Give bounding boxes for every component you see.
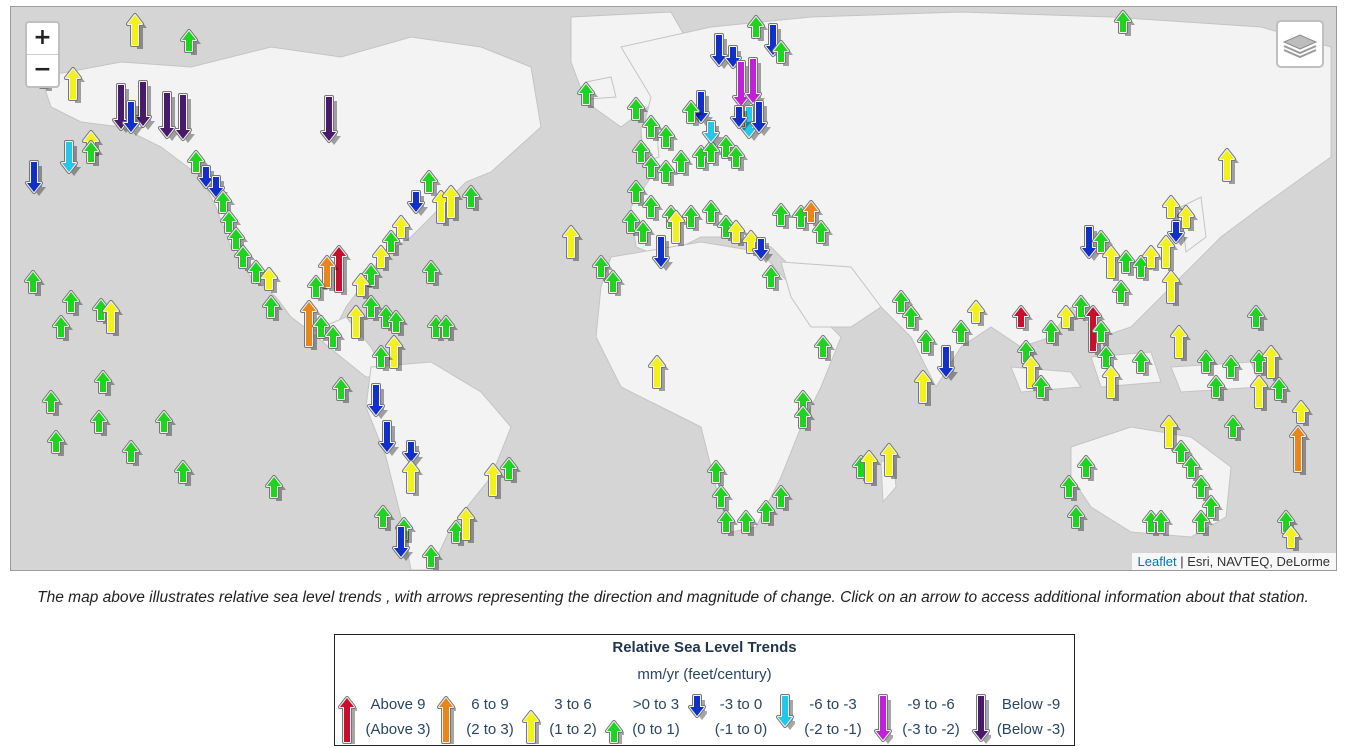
green-station-arrow[interactable] xyxy=(174,460,195,486)
legend-label: 6 to 9 xyxy=(471,696,509,713)
legend-label: Above 9 xyxy=(370,696,426,713)
legend-label: -3 to 0 xyxy=(719,696,763,713)
legend-subtitle: mm/yr (feet/century) xyxy=(637,666,772,683)
orange-station-arrow[interactable] xyxy=(1289,425,1310,475)
green-station-arrow[interactable] xyxy=(155,410,176,436)
north-america-landmass xyxy=(40,36,542,338)
green-station-arrow[interactable] xyxy=(122,440,143,466)
green-station-arrow[interactable] xyxy=(265,475,286,501)
orange-legend-arrow[interactable] xyxy=(437,696,456,744)
yellow-station-arrow[interactable] xyxy=(457,507,478,543)
attribution-text: | Esri, NAVTEQ, DeLorme xyxy=(1180,554,1330,569)
magenta-legend-arrow[interactable] xyxy=(874,694,893,744)
legend-label: >0 to 3 xyxy=(632,696,680,713)
green-station-arrow[interactable] xyxy=(374,505,395,531)
yellow-station-arrow[interactable] xyxy=(860,450,881,486)
green-legend-arrow[interactable] xyxy=(605,720,624,744)
green-station-arrow[interactable] xyxy=(387,310,408,336)
legend-title: Relative Sea Level Trends xyxy=(612,639,797,656)
red-legend-arrow[interactable] xyxy=(338,696,357,744)
green-station-arrow[interactable] xyxy=(757,500,778,526)
yellow-legend-arrow[interactable] xyxy=(522,710,541,744)
blue-down-arrow-icon xyxy=(688,694,707,720)
legend-label: 3 to 6 xyxy=(554,696,592,713)
map-attribution: Leaflet | Esri, NAVTEQ, DeLorme xyxy=(1131,553,1336,570)
yellow-station-arrow[interactable] xyxy=(347,305,368,341)
zoom-in-button[interactable]: + xyxy=(27,23,58,54)
green-station-arrow[interactable] xyxy=(437,315,458,341)
legend-label: -9 to -6 xyxy=(907,696,955,713)
legend-sublabel: (-2 to -1) xyxy=(804,721,862,738)
purple-down-arrow-icon xyxy=(972,694,991,744)
yellow-station-arrow[interactable] xyxy=(1282,525,1303,551)
yellow-station-arrow[interactable] xyxy=(102,300,123,336)
layers-button[interactable] xyxy=(1276,20,1324,68)
yellow-station-arrow[interactable] xyxy=(442,185,463,221)
green-station-arrow[interactable] xyxy=(62,290,83,316)
green-station-arrow[interactable] xyxy=(82,140,103,166)
legend-label: -6 to -3 xyxy=(809,696,857,713)
legend-sublabel: (2 to 3) xyxy=(466,721,514,738)
green-station-arrow[interactable] xyxy=(500,457,521,483)
green-station-arrow[interactable] xyxy=(794,405,815,431)
green-station-arrow[interactable] xyxy=(462,185,483,211)
yellow-station-arrow[interactable] xyxy=(880,443,901,479)
blue-legend-arrow[interactable] xyxy=(688,694,707,720)
red-up-arrow-icon xyxy=(338,696,357,744)
legend-sublabel: (-1 to 0) xyxy=(714,721,768,738)
layers-icon xyxy=(1282,34,1318,59)
green-station-arrow[interactable] xyxy=(1224,415,1245,441)
map-caption: The map above illustrates relative sea l… xyxy=(37,589,1309,606)
green-station-arrow[interactable] xyxy=(24,270,45,296)
legend-sublabel: (0 to 1) xyxy=(632,721,680,738)
green-station-arrow[interactable] xyxy=(1270,377,1291,403)
green-station-arrow[interactable] xyxy=(90,410,111,436)
yellow-station-arrow[interactable] xyxy=(484,463,505,499)
yellow-station-arrow[interactable] xyxy=(562,225,583,261)
yellow-station-arrow[interactable] xyxy=(1250,375,1271,411)
legend: Relative Sea Level Trends mm/yr (feet/ce… xyxy=(334,634,1075,746)
sea-level-map[interactable]: + − Leaflet | Esri, NAVTEQ, DeLorme xyxy=(10,6,1337,571)
green-station-arrow[interactable] xyxy=(47,430,68,456)
yellow-up-arrow-icon xyxy=(522,710,541,744)
green-station-arrow[interactable] xyxy=(1067,505,1088,531)
leaflet-link[interactable]: Leaflet xyxy=(1138,554,1177,569)
green-station-arrow[interactable] xyxy=(422,260,443,286)
legend-sublabel: (Below -3) xyxy=(996,721,1066,738)
magenta-down-arrow-icon xyxy=(874,694,893,744)
yellow-station-arrow[interactable] xyxy=(1170,325,1191,361)
purple-legend-arrow[interactable] xyxy=(972,694,991,744)
green-station-arrow[interactable] xyxy=(180,29,201,55)
green-station-arrow[interactable] xyxy=(332,377,353,403)
cyan-legend-arrow[interactable] xyxy=(776,694,795,730)
yellow-station-arrow[interactable] xyxy=(1262,345,1283,381)
zoom-control: + − xyxy=(25,21,60,88)
green-up-arrow-icon xyxy=(605,720,624,744)
map-canvas[interactable] xyxy=(11,7,1336,570)
blue-station-arrow[interactable] xyxy=(25,160,46,196)
south-america-landmass xyxy=(365,361,512,570)
yellow-station-arrow[interactable] xyxy=(1292,400,1313,426)
legend-sublabel: (Above 3) xyxy=(365,721,431,738)
yellow-station-arrow[interactable] xyxy=(126,13,147,49)
green-station-arrow[interactable] xyxy=(52,315,73,341)
green-station-arrow[interactable] xyxy=(1247,305,1268,331)
cyan-station-arrow[interactable] xyxy=(60,140,81,176)
zoom-out-button[interactable]: − xyxy=(27,54,58,86)
cyan-down-arrow-icon xyxy=(776,694,795,730)
legend-sublabel: (-3 to -2) xyxy=(902,721,960,738)
green-station-arrow[interactable] xyxy=(42,390,63,416)
legend-sublabel: (1 to 2) xyxy=(549,721,597,738)
green-station-arrow[interactable] xyxy=(772,485,793,511)
green-station-arrow[interactable] xyxy=(1042,320,1063,346)
green-station-arrow[interactable] xyxy=(94,370,115,396)
orange-up-arrow-icon xyxy=(437,696,456,744)
legend-label: Below -9 xyxy=(1001,696,1061,713)
